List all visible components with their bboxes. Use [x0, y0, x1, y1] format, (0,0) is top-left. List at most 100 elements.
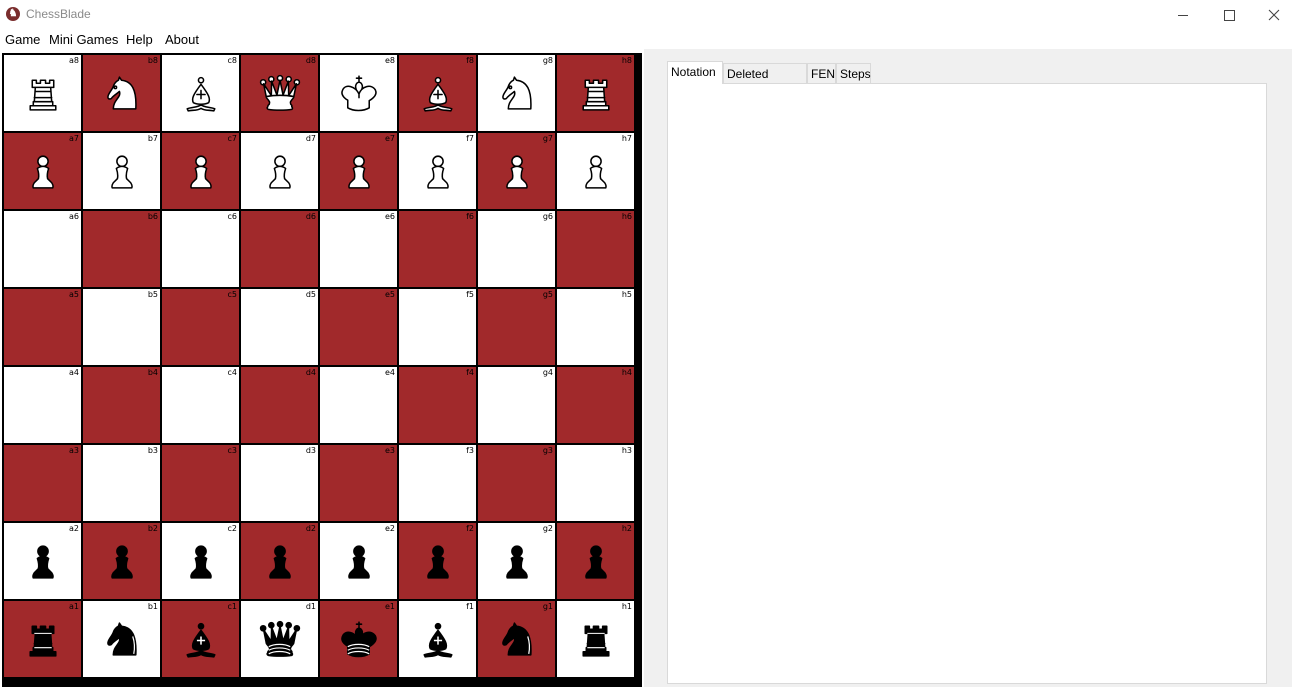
square-f5[interactable]: f5: [399, 289, 476, 365]
square-a7[interactable]: a7: [4, 133, 81, 209]
square-e3[interactable]: e3: [320, 445, 397, 521]
square-f3[interactable]: f3: [399, 445, 476, 521]
close-button[interactable]: [1251, 0, 1292, 30]
white-pawn-icon[interactable]: [4, 133, 81, 209]
square-a5[interactable]: a5: [4, 289, 81, 365]
square-b3[interactable]: b3: [83, 445, 160, 521]
square-c5[interactable]: c5: [162, 289, 239, 365]
square-d3[interactable]: d3: [241, 445, 318, 521]
square-a3[interactable]: a3: [4, 445, 81, 521]
square-f7[interactable]: f7: [399, 133, 476, 209]
minimize-button[interactable]: [1160, 0, 1206, 30]
white-bishop-icon[interactable]: [162, 55, 239, 131]
square-e5[interactable]: e5: [320, 289, 397, 365]
menu-game[interactable]: Game: [5, 32, 40, 47]
white-knight-icon[interactable]: [83, 55, 160, 131]
square-h7[interactable]: h7: [557, 133, 634, 209]
white-pawn-icon[interactable]: [557, 133, 634, 209]
square-h3[interactable]: h3: [557, 445, 634, 521]
tab-steps[interactable]: Steps: [836, 63, 871, 83]
menu-about[interactable]: About: [165, 32, 199, 47]
square-g4[interactable]: g4: [478, 367, 555, 443]
maximize-button[interactable]: [1206, 0, 1252, 30]
square-f6[interactable]: f6: [399, 211, 476, 287]
black-bishop-icon[interactable]: [399, 601, 476, 677]
white-queen-icon[interactable]: [241, 55, 318, 131]
square-h4[interactable]: h4: [557, 367, 634, 443]
black-pawn-icon[interactable]: [399, 523, 476, 599]
square-c8[interactable]: c8: [162, 55, 239, 131]
square-a4[interactable]: a4: [4, 367, 81, 443]
square-b2[interactable]: b2: [83, 523, 160, 599]
square-b5[interactable]: b5: [83, 289, 160, 365]
black-pawn-icon[interactable]: [557, 523, 634, 599]
black-rook-icon[interactable]: [557, 601, 634, 677]
square-g1[interactable]: g1: [478, 601, 555, 677]
black-pawn-icon[interactable]: [4, 523, 81, 599]
square-d8[interactable]: d8: [241, 55, 318, 131]
square-e7[interactable]: e7: [320, 133, 397, 209]
black-king-icon[interactable]: [320, 601, 397, 677]
black-pawn-icon[interactable]: [320, 523, 397, 599]
white-bishop-icon[interactable]: [399, 55, 476, 131]
white-rook-icon[interactable]: [557, 55, 634, 131]
square-f2[interactable]: f2: [399, 523, 476, 599]
square-d4[interactable]: d4: [241, 367, 318, 443]
square-e8[interactable]: e8: [320, 55, 397, 131]
black-pawn-icon[interactable]: [478, 523, 555, 599]
black-bishop-icon[interactable]: [162, 601, 239, 677]
square-a6[interactable]: a6: [4, 211, 81, 287]
square-a1[interactable]: a1: [4, 601, 81, 677]
menu-mini-games[interactable]: Mini Games: [49, 32, 118, 47]
square-g3[interactable]: g3: [478, 445, 555, 521]
square-g2[interactable]: g2: [478, 523, 555, 599]
square-f4[interactable]: f4: [399, 367, 476, 443]
square-h5[interactable]: h5: [557, 289, 634, 365]
white-pawn-icon[interactable]: [83, 133, 160, 209]
square-b6[interactable]: b6: [83, 211, 160, 287]
square-e2[interactable]: e2: [320, 523, 397, 599]
white-rook-icon[interactable]: [4, 55, 81, 131]
square-c4[interactable]: c4: [162, 367, 239, 443]
tab-notation[interactable]: Notation: [667, 61, 723, 84]
white-pawn-icon[interactable]: [478, 133, 555, 209]
white-pawn-icon[interactable]: [241, 133, 318, 209]
black-pawn-icon[interactable]: [162, 523, 239, 599]
square-b8[interactable]: b8: [83, 55, 160, 131]
square-h8[interactable]: h8: [557, 55, 634, 131]
white-pawn-icon[interactable]: [162, 133, 239, 209]
black-pawn-icon[interactable]: [241, 523, 318, 599]
black-queen-icon[interactable]: [241, 601, 318, 677]
white-knight-icon[interactable]: [478, 55, 555, 131]
square-c3[interactable]: c3: [162, 445, 239, 521]
square-b7[interactable]: b7: [83, 133, 160, 209]
square-d5[interactable]: d5: [241, 289, 318, 365]
tab-deleted-pieces[interactable]: Deleted pieces: [723, 63, 807, 101]
square-c1[interactable]: c1: [162, 601, 239, 677]
black-knight-icon[interactable]: [83, 601, 160, 677]
square-e4[interactable]: e4: [320, 367, 397, 443]
square-d7[interactable]: d7: [241, 133, 318, 209]
square-c6[interactable]: c6: [162, 211, 239, 287]
square-c7[interactable]: c7: [162, 133, 239, 209]
square-h1[interactable]: h1: [557, 601, 634, 677]
square-g6[interactable]: g6: [478, 211, 555, 287]
square-h2[interactable]: h2: [557, 523, 634, 599]
square-b4[interactable]: b4: [83, 367, 160, 443]
black-knight-icon[interactable]: [478, 601, 555, 677]
menu-help[interactable]: Help: [126, 32, 153, 47]
square-a8[interactable]: a8: [4, 55, 81, 131]
black-pawn-icon[interactable]: [83, 523, 160, 599]
square-g5[interactable]: g5: [478, 289, 555, 365]
black-rook-icon[interactable]: [4, 601, 81, 677]
square-b1[interactable]: b1: [83, 601, 160, 677]
square-e1[interactable]: e1: [320, 601, 397, 677]
square-f1[interactable]: f1: [399, 601, 476, 677]
white-pawn-icon[interactable]: [399, 133, 476, 209]
square-g8[interactable]: g8: [478, 55, 555, 131]
square-d2[interactable]: d2: [241, 523, 318, 599]
tab-fen[interactable]: FEN: [807, 63, 836, 83]
white-king-icon[interactable]: [320, 55, 397, 131]
square-h6[interactable]: h6: [557, 211, 634, 287]
square-d1[interactable]: d1: [241, 601, 318, 677]
